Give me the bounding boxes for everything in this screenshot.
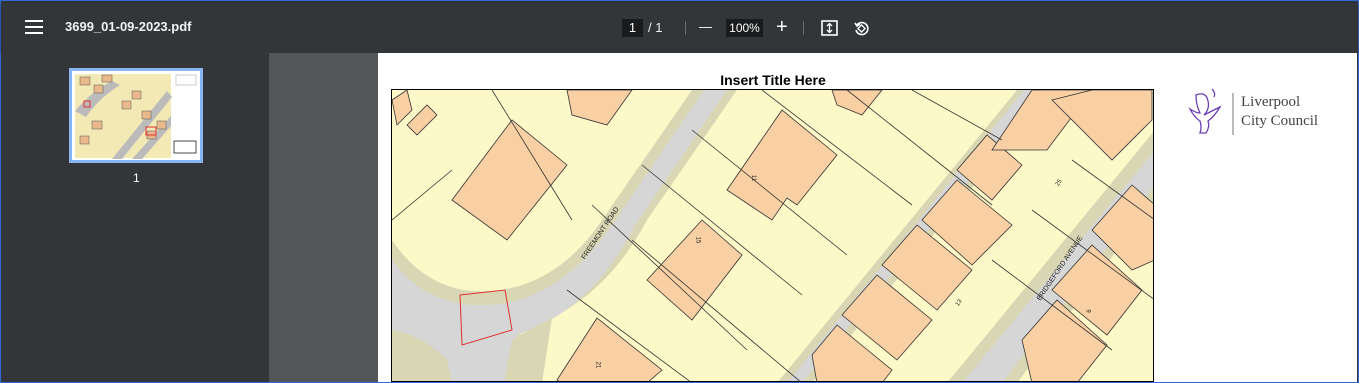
house-number-label: 9 <box>1084 309 1091 313</box>
zoom-level-input[interactable]: 100% <box>726 19 763 37</box>
zoom-in-button[interactable]: + <box>776 17 788 37</box>
page-title: Insert Title Here <box>720 72 826 88</box>
rotate-icon[interactable] <box>853 20 870 37</box>
toolbar-divider <box>685 21 686 35</box>
page-number-input[interactable]: 1 <box>622 19 643 37</box>
fit-to-page-icon[interactable] <box>821 20 838 36</box>
page-thumbnail[interactable] <box>69 68 203 163</box>
toolbar-divider <box>803 21 804 35</box>
thumbnail-map-image <box>72 71 200 160</box>
thumbnail-sidebar: 1 <box>1 53 269 382</box>
house-number-label: 11 <box>750 174 757 182</box>
site-map: FREEMONT ROAD BRIDGEFORD AVENUE 11 15 21… <box>391 89 1154 382</box>
council-name-line2: City Council <box>1241 113 1319 129</box>
pdf-toolbar: 3699_01-09-2023.pdf 1 / 1 — 100% + <box>1 3 1358 53</box>
council-name-line1: Liverpool <box>1241 94 1301 110</box>
thumbnail-page-number: 1 <box>133 171 140 185</box>
house-number-label: 21 <box>594 361 601 369</box>
page-total: / 1 <box>648 20 663 35</box>
zoom-out-button[interactable]: — <box>699 17 712 37</box>
viewer-background <box>269 53 378 382</box>
house-number-label: 15 <box>694 236 701 244</box>
document-filename: 3699_01-09-2023.pdf <box>65 19 192 34</box>
council-name: Liverpool City Council <box>1241 93 1318 131</box>
pdf-page: Insert Title Here FREEMONT ROAD BRIDGEFO… <box>378 53 1357 382</box>
menu-icon[interactable] <box>25 20 43 34</box>
map-drawing <box>392 90 1153 381</box>
